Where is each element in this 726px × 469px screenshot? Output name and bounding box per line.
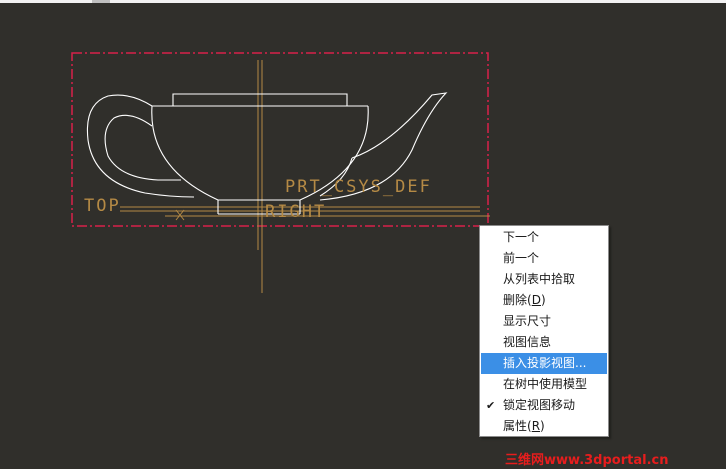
menu-item-show-dimensions[interactable]: 显示尺寸 (480, 311, 608, 332)
menu-item-label: 视图信息 (503, 335, 552, 349)
csys-label: PRT_CSYS_DEF (285, 177, 432, 197)
menu-item-label: 锁定视图移动 (503, 398, 576, 412)
menu-item-previous[interactable]: 前一个 (480, 248, 608, 269)
checkmark-icon: ✔ (486, 399, 496, 412)
menu-item-label: 从列表中拾取 (503, 272, 576, 286)
menu-item-properties[interactable]: 属性(R) (480, 416, 608, 437)
watermark: 三维网www.3dportal.cn (505, 453, 669, 468)
menu-item-pick-from-list[interactable]: 从列表中拾取 (480, 269, 608, 290)
menu-hotkey: R (531, 419, 541, 433)
menu-item-delete[interactable]: 删除(D) (480, 290, 608, 311)
drawing-canvas[interactable]: PRT_CSYS_DEF TOP RIGHT (0, 0, 726, 469)
menu-item-label: 删除 (503, 293, 528, 307)
menu-item-label: 下一个 (503, 230, 540, 244)
menu-hotkey: D (531, 293, 541, 307)
right-datum-label: RIGHT (265, 202, 326, 222)
menu-item-view-info[interactable]: 视图信息 (480, 332, 608, 353)
top-datum-label: TOP (84, 196, 121, 216)
menu-item-label: 前一个 (503, 251, 540, 265)
menu-item-lock-view-movement[interactable]: ✔ 锁定视图移动 (480, 395, 608, 416)
menu-item-insert-projection-view[interactable]: 插入投影视图... (481, 353, 607, 374)
menu-item-label: 插入投影视图... (503, 356, 587, 370)
context-menu[interactable]: 下一个 前一个 从列表中拾取 删除(D) 显示尺寸 视图信息 插入投影视图...… (479, 225, 609, 437)
menu-item-use-model-in-tree[interactable]: 在树中使用模型 (480, 374, 608, 395)
menu-item-label: 在树中使用模型 (503, 377, 588, 391)
menu-item-label: 属性 (503, 419, 528, 433)
menu-item-label: 显示尺寸 (503, 314, 552, 328)
menu-item-next[interactable]: 下一个 (480, 227, 608, 248)
